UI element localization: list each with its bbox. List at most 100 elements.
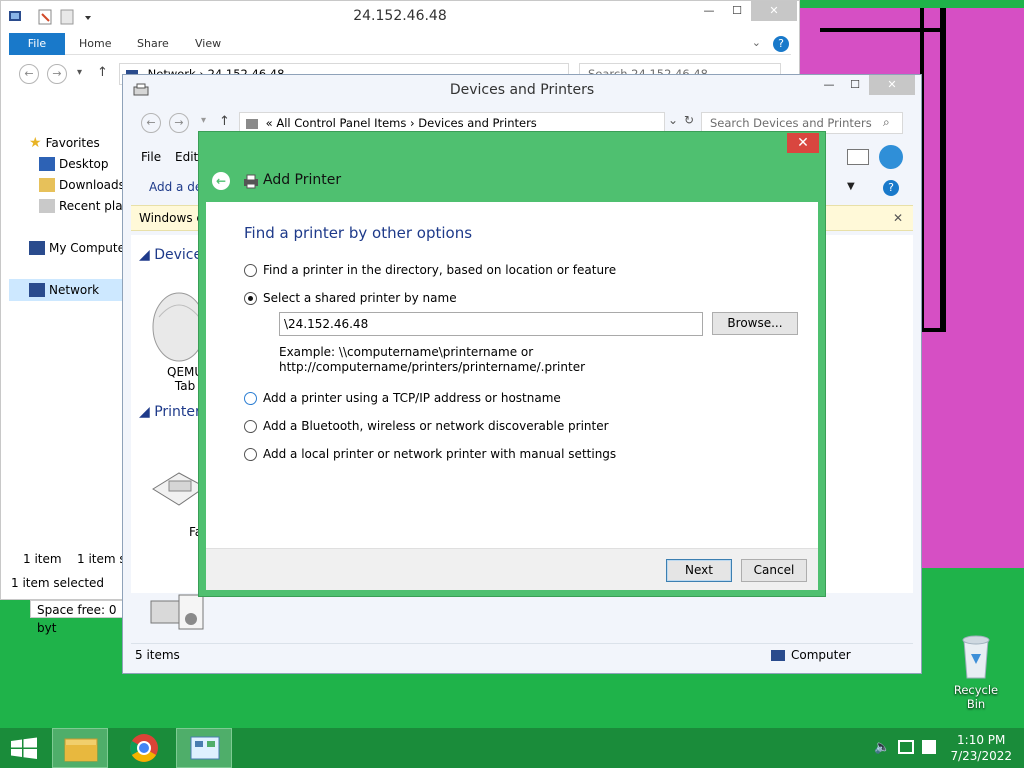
recycle-bin-label: Recycle Bin xyxy=(953,683,999,711)
dialog-close-button[interactable]: ✕ xyxy=(787,133,819,153)
recycle-bin-shortcut[interactable]: Recycle Bin xyxy=(944,632,1008,711)
recent-locations-chevron-icon[interactable]: ▾ xyxy=(77,67,82,78)
dialog-body: Find a printer by other options Find a p… xyxy=(206,202,818,548)
dialog-back-button[interactable]: ← xyxy=(212,172,230,190)
view-options-chevron-icon[interactable]: ▼ xyxy=(847,181,855,192)
devices-titlebar: Devices and Printers — ☐ ✕ xyxy=(123,75,921,105)
next-button[interactable]: Next xyxy=(666,559,732,582)
info-bar-close-icon[interactable]: ✕ xyxy=(893,206,903,230)
folder-icon xyxy=(64,738,98,762)
sidebar-item-network[interactable]: Network xyxy=(9,279,123,301)
volume-muted-icon[interactable]: 🔈 xyxy=(874,740,890,755)
close-button[interactable]: ✕ xyxy=(751,1,797,21)
option-label: Add a local printer or network printer w… xyxy=(263,447,617,461)
network-status-icon[interactable] xyxy=(898,740,914,754)
ribbon-tabs: File Home Share View ⌄ ? xyxy=(9,33,791,55)
radio-shared-printer-by-name[interactable] xyxy=(244,291,257,305)
taskbar-clock[interactable]: 1:10 PM 7/23/2022 xyxy=(950,732,1012,764)
minimize-button[interactable]: — xyxy=(815,75,843,95)
cancel-button[interactable]: Cancel xyxy=(741,559,807,582)
tab-share[interactable]: Share xyxy=(137,33,169,55)
radio-find-in-directory[interactable] xyxy=(244,263,257,277)
sidebar-label: Network xyxy=(49,283,100,297)
explorer-title: 24.152.46.48 xyxy=(353,8,447,24)
option-label: Add a Bluetooth, wireless or network dis… xyxy=(263,419,609,433)
desktop-icon xyxy=(39,157,55,171)
sidebar-label: My Computer xyxy=(49,241,130,255)
star-icon: ★ xyxy=(29,135,42,151)
control-panel-icon xyxy=(246,118,258,129)
device-stage-icon[interactable] xyxy=(879,145,903,169)
taskbar-file-explorer[interactable] xyxy=(52,728,108,768)
computer-icon xyxy=(29,241,45,255)
sidebar-item-computer[interactable]: My Computer xyxy=(29,241,130,255)
sidebar-item-desktop[interactable]: Desktop xyxy=(39,157,109,171)
recent-places-icon xyxy=(39,199,55,213)
example-line: http://computername/printers/printername… xyxy=(279,360,586,374)
tab-view[interactable]: View xyxy=(195,33,221,55)
sidebar-label: Downloads xyxy=(59,178,125,192)
recent-locations-chevron-icon[interactable]: ▾ xyxy=(201,115,206,126)
menu-file[interactable]: File xyxy=(141,150,161,164)
forward-button[interactable]: → xyxy=(47,64,67,84)
start-button-windows-icon[interactable] xyxy=(0,728,48,768)
option-local-printer[interactable]: Add a local printer or network printer w… xyxy=(244,447,616,461)
devices-title: Devices and Printers xyxy=(449,82,595,98)
network-icon xyxy=(29,283,45,297)
back-button[interactable]: ← xyxy=(141,113,161,133)
sidebar-label: Favorites xyxy=(45,136,100,150)
dialog-heading: Find a printer by other options xyxy=(244,224,473,242)
option-label: Find a printer in the directory, based o… xyxy=(263,263,617,277)
up-button[interactable]: ↑ xyxy=(219,114,230,129)
space-free-label: Space free: 0 byt xyxy=(30,600,130,635)
help-icon[interactable]: ? xyxy=(883,180,899,196)
refresh-icon[interactable]: ↻ xyxy=(677,113,701,133)
minimize-button[interactable]: — xyxy=(695,1,723,21)
option-shared-printer-by-name[interactable]: Select a shared printer by name xyxy=(244,291,457,305)
printer-icon xyxy=(244,174,258,189)
action-center-icon[interactable] xyxy=(922,740,936,754)
devices-status-bar: 5 items Computer xyxy=(131,643,913,665)
computer-icon xyxy=(771,650,785,661)
breadcrumb-overflow[interactable]: « xyxy=(266,116,273,130)
browse-button[interactable]: Browse... xyxy=(712,312,798,335)
chrome-icon xyxy=(130,734,158,762)
help-icon[interactable]: ? xyxy=(773,36,789,52)
radio-local-printer[interactable] xyxy=(244,447,257,461)
explorer-titlebar: 24.152.46.48 — ☐ ✕ xyxy=(1,1,799,31)
taskbar-chrome[interactable] xyxy=(116,728,172,768)
breadcrumb-control-panel[interactable]: All Control Panel Items xyxy=(276,116,406,130)
breadcrumb-devices[interactable]: Devices and Printers xyxy=(418,116,537,130)
option-tcpip[interactable]: Add a printer using a TCP/IP address or … xyxy=(244,391,561,405)
wallpaper-line xyxy=(820,28,946,32)
sidebar-item-downloads[interactable]: Downloads xyxy=(39,178,125,192)
radio-tcpip[interactable] xyxy=(244,391,257,405)
recycle-bin-icon xyxy=(962,635,990,679)
control-panel-icon xyxy=(190,736,220,760)
up-button[interactable]: ↑ xyxy=(97,65,108,80)
option-label: Add a printer using a TCP/IP address or … xyxy=(263,391,561,405)
printer-properties-icon[interactable] xyxy=(847,149,869,165)
tab-file[interactable]: File xyxy=(9,33,65,55)
menu-edit[interactable]: Edit xyxy=(175,150,198,164)
dialog-title: Add Printer xyxy=(263,172,342,188)
ribbon-expand-chevron-icon[interactable]: ⌄ xyxy=(752,36,761,49)
dialog-footer: Next Cancel xyxy=(206,548,818,590)
tab-home[interactable]: Home xyxy=(79,33,111,55)
taskbar-control-panel[interactable] xyxy=(176,728,232,768)
option-label: Select a shared printer by name xyxy=(263,291,457,305)
search-icon[interactable]: ⌕ xyxy=(883,115,890,130)
close-button[interactable]: ✕ xyxy=(869,75,915,95)
forward-button[interactable]: → xyxy=(169,113,189,133)
option-bluetooth-wireless[interactable]: Add a Bluetooth, wireless or network dis… xyxy=(244,419,609,433)
sidebar-item-favorites[interactable]: ★ Favorites xyxy=(29,135,100,151)
back-button[interactable]: ← xyxy=(19,64,39,84)
maximize-button[interactable]: ☐ xyxy=(841,75,869,95)
status-computer: Computer xyxy=(771,644,851,666)
taskbar: 🔈 1:10 PM 7/23/2022 xyxy=(0,728,1024,768)
maximize-button[interactable]: ☐ xyxy=(723,1,751,21)
radio-bluetooth-wireless[interactable] xyxy=(244,419,257,433)
option-find-in-directory[interactable]: Find a printer in the directory, based o… xyxy=(244,263,616,277)
status-selected: 1 item selected xyxy=(11,576,105,590)
printer-name-input[interactable]: \24.152.46.48 xyxy=(279,312,703,336)
